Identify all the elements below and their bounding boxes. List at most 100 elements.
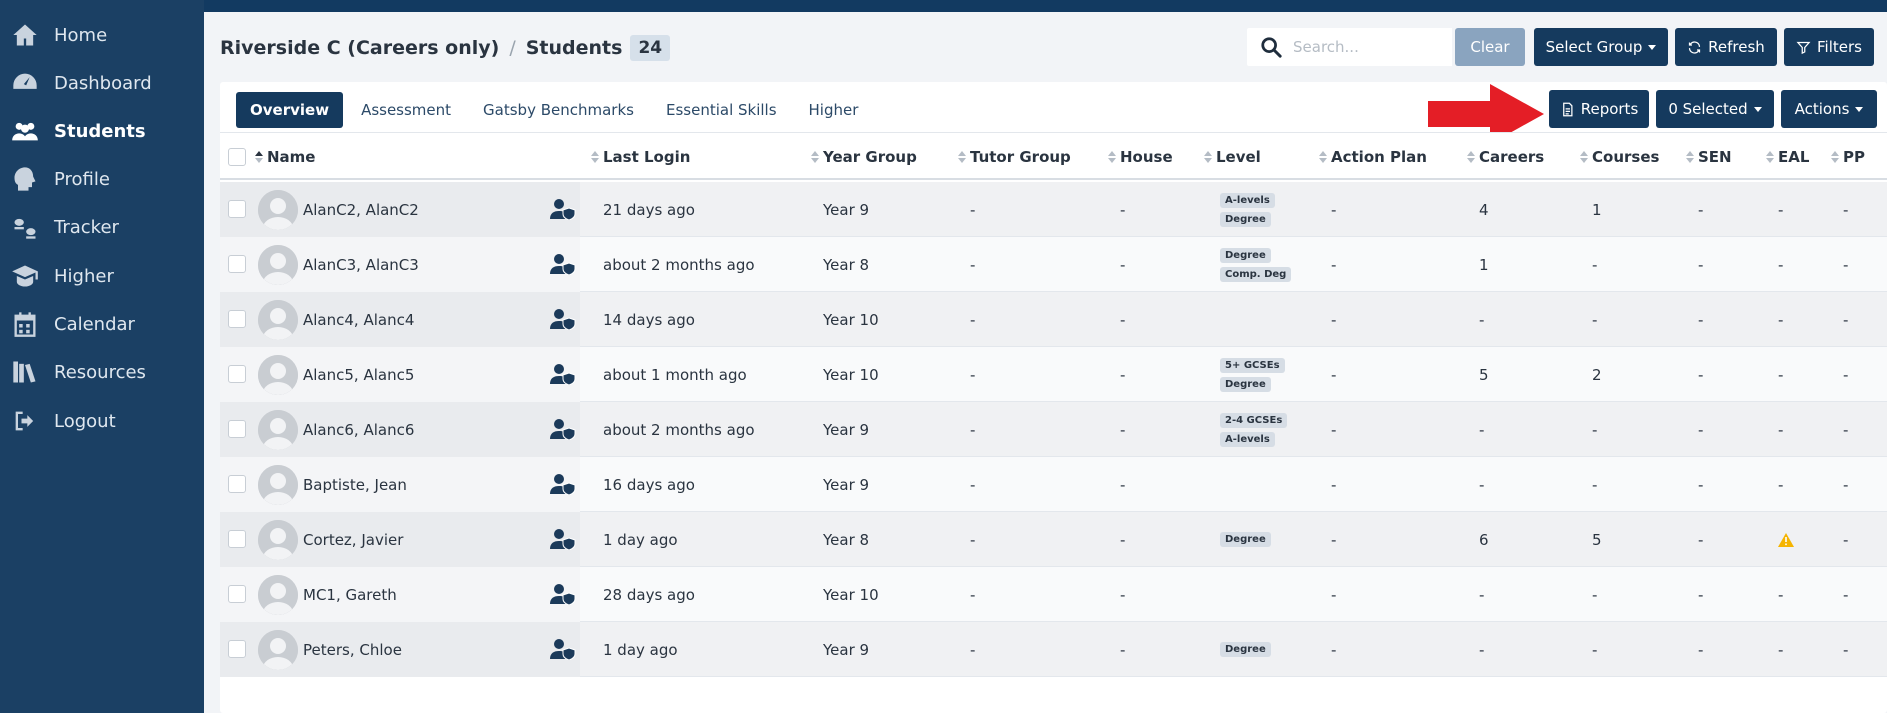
row-checkbox[interactable]	[228, 420, 246, 438]
search-icon	[1257, 33, 1285, 61]
courses-cell: 2	[1592, 365, 1602, 384]
column-header-level[interactable]: Level	[1204, 133, 1261, 181]
row-checkbox[interactable]	[228, 530, 246, 548]
chevron-down-icon	[1753, 106, 1762, 112]
column-header-last-login[interactable]: Last Login	[591, 133, 690, 181]
tab-overview[interactable]: Overview	[236, 92, 344, 128]
column-header-name[interactable]: Name	[255, 133, 315, 181]
sidebar-item-calendar[interactable]: Calendar	[0, 304, 204, 344]
user-shield-icon[interactable]	[550, 198, 576, 221]
avatar	[258, 410, 298, 450]
sidebar-item-logout[interactable]: Logout	[0, 401, 204, 441]
row-checkbox[interactable]	[228, 475, 246, 493]
table-row[interactable]: Alanc4, Alanc4 14 days ago Year 10 - - - - - - - -	[220, 292, 1887, 347]
school-name: Riverside C (Careers only)	[220, 37, 500, 59]
sidebar-item-tracker[interactable]: Tracker	[0, 207, 204, 247]
house-cell: -	[1120, 420, 1126, 439]
table-row[interactable]: AlanC3, AlanC3 about 2 months ago Year 8 - -…	[220, 237, 1887, 292]
row-checkbox[interactable]	[228, 365, 246, 383]
table-row[interactable]: Alanc6, Alanc6 about 2 months ago Year 9 - -…	[220, 402, 1887, 457]
sidebar-item-profile[interactable]: Profile	[0, 159, 204, 199]
eal-cell: -	[1778, 585, 1784, 604]
top-strip	[0, 0, 1887, 12]
row-checkbox[interactable]	[228, 200, 246, 218]
column-header-house[interactable]: House	[1108, 133, 1173, 181]
tab-higher[interactable]: Higher	[795, 92, 873, 128]
sort-icon	[1686, 151, 1694, 163]
row-checkbox[interactable]	[228, 310, 246, 328]
sort-icon	[1766, 151, 1774, 163]
student-name-link[interactable]: Alanc6, Alanc6	[303, 402, 414, 457]
action-plan-cell: -	[1331, 200, 1337, 219]
user-shield-icon[interactable]	[550, 253, 576, 276]
sort-icon	[1204, 151, 1212, 163]
student-count-badge: 24	[630, 35, 671, 61]
student-name-link[interactable]: Baptiste, Jean	[303, 457, 407, 512]
sidebar-item-dashboard[interactable]: Dashboard	[0, 63, 204, 103]
student-name-link[interactable]: Alanc5, Alanc5	[303, 347, 414, 402]
column-header-eal[interactable]: EAL	[1766, 133, 1809, 181]
table-row[interactable]: Baptiste, Jean 16 days ago Year 9 - - - - - - - -	[220, 457, 1887, 512]
tab-assessment[interactable]: Assessment	[347, 92, 465, 128]
filters-button[interactable]: Filters	[1784, 28, 1874, 66]
avatar	[258, 575, 298, 615]
column-header-sen[interactable]: SEN	[1686, 133, 1732, 181]
table-row[interactable]: Cortez, Javier 1 day ago Year 8 - - Degree - 6 5…	[220, 512, 1887, 567]
sidebar-item-students[interactable]: Students	[0, 111, 204, 151]
column-header-action-plan[interactable]: Action Plan	[1319, 133, 1427, 181]
clear-button[interactable]: Clear	[1455, 28, 1525, 66]
column-header-tutor-group[interactable]: Tutor Group	[958, 133, 1071, 181]
student-name-link[interactable]: Alanc4, Alanc4	[303, 292, 414, 347]
row-checkbox[interactable]	[228, 585, 246, 603]
user-shield-icon[interactable]	[550, 473, 576, 496]
selected-count-label: 0 Selected	[1668, 100, 1748, 118]
user-shield-icon[interactable]	[550, 363, 576, 386]
column-header-year-group[interactable]: Year Group	[811, 133, 917, 181]
column-header-label: Careers	[1479, 148, 1545, 166]
column-header-label: Tutor Group	[970, 148, 1071, 166]
user-shield-icon[interactable]	[550, 308, 576, 331]
tutor-cell: -	[970, 640, 976, 659]
refresh-button[interactable]: Refresh	[1675, 28, 1777, 66]
search-input[interactable]	[1293, 38, 1443, 56]
students-card: Overview Assessment Gatsby Benchmarks Essen…	[220, 82, 1887, 713]
table-row[interactable]: Alanc5, Alanc5 about 1 month ago Year 10 - -…	[220, 347, 1887, 402]
row-checkbox[interactable]	[228, 640, 246, 658]
table-row[interactable]: MC1, Gareth 28 days ago Year 10 - - - - - - - -	[220, 567, 1887, 622]
sidebar-item-resources[interactable]: Resources	[0, 352, 204, 392]
selected-count-button[interactable]: 0 Selected	[1656, 90, 1774, 128]
user-shield-icon[interactable]	[550, 638, 576, 661]
select-group-button[interactable]: Select Group	[1534, 28, 1668, 66]
year-cell: Year 9	[823, 200, 870, 219]
select-all-checkbox[interactable]	[228, 148, 246, 166]
sen-cell: -	[1698, 530, 1704, 549]
level-badges: Degree Comp. Deg	[1220, 237, 1292, 292]
tab-gatsby-benchmarks[interactable]: Gatsby Benchmarks	[469, 92, 648, 128]
student-name-link[interactable]: Peters, Chloe	[303, 622, 402, 677]
column-header-careers[interactable]: Careers	[1467, 133, 1544, 181]
sidebar-item-home[interactable]: Home	[0, 15, 204, 55]
student-name-link[interactable]: AlanC2, AlanC2	[303, 182, 419, 237]
user-shield-icon[interactable]	[550, 583, 576, 606]
table-row[interactable]: AlanC2, AlanC2 21 days ago Year 9 - - A-level…	[220, 182, 1887, 237]
courses-cell: -	[1592, 420, 1598, 439]
student-name-link[interactable]: MC1, Gareth	[303, 567, 397, 622]
actions-button[interactable]: Actions	[1781, 90, 1877, 128]
column-header-courses[interactable]: Courses	[1580, 133, 1659, 181]
column-header-pp[interactable]: PP	[1831, 133, 1865, 181]
careers-cell: 4	[1479, 200, 1489, 219]
student-name-link[interactable]: AlanC3, AlanC3	[303, 237, 419, 292]
student-name-link[interactable]: Cortez, Javier	[303, 512, 403, 567]
row-checkbox[interactable]	[228, 255, 246, 273]
sidebar-item-higher[interactable]: Higher	[0, 256, 204, 296]
year-cell: Year 9	[823, 475, 870, 494]
chevron-down-icon	[1648, 44, 1657, 50]
user-shield-icon[interactable]	[550, 418, 576, 441]
tutor-cell: -	[970, 530, 976, 549]
reports-button[interactable]: Reports	[1549, 90, 1649, 128]
careers-cell: 5	[1479, 365, 1489, 384]
table-row[interactable]: Peters, Chloe 1 day ago Year 9 - - Degree - - - -…	[220, 622, 1887, 677]
level-badges: A-levels Degree	[1220, 182, 1275, 237]
user-shield-icon[interactable]	[550, 528, 576, 551]
tab-essential-skills[interactable]: Essential Skills	[652, 92, 791, 128]
